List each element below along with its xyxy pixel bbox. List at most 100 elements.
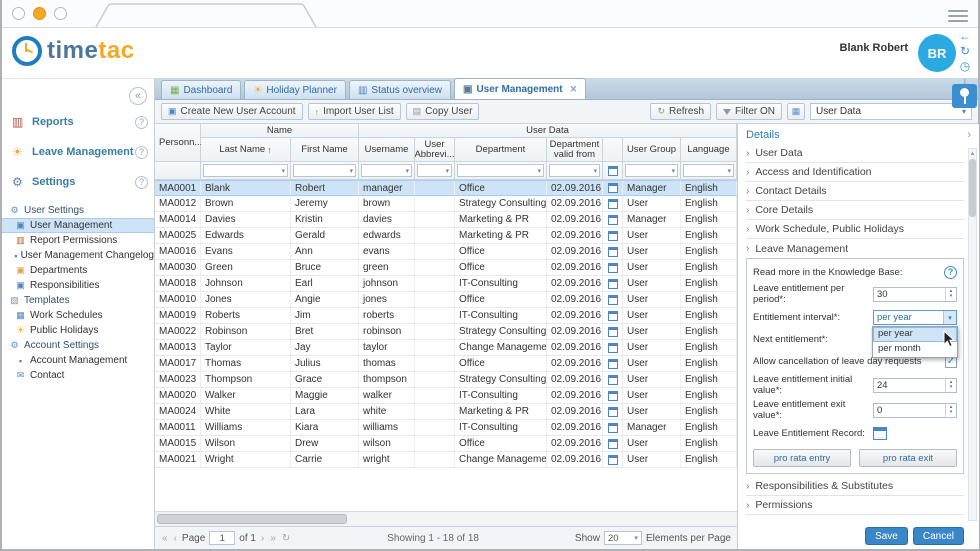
calendar-icon[interactable]: [608, 166, 618, 176]
window-control-3[interactable]: [54, 7, 67, 20]
horizontal-scrollbar[interactable]: [155, 511, 737, 526]
exit-value-input[interactable]: 0 ▴▾: [873, 403, 957, 418]
window-control-1[interactable]: [12, 7, 25, 20]
filter-select[interactable]: ▾: [293, 164, 356, 177]
calendar-icon[interactable]: [608, 455, 618, 465]
details-section-contact-details[interactable]: ›Contact Details: [746, 182, 964, 201]
calendar-icon[interactable]: [608, 279, 618, 289]
help-icon[interactable]: ?: [944, 266, 957, 279]
calendar-icon[interactable]: [608, 295, 618, 305]
sidebar-collapse-button[interactable]: «: [129, 87, 147, 105]
back-arrow-icon[interactable]: ←: [959, 30, 971, 43]
sidebar-item-user-management[interactable]: ▣User Management: [2, 218, 154, 233]
filter-select[interactable]: ▾: [457, 164, 544, 177]
calendar-icon[interactable]: [608, 327, 618, 337]
sidebar-item-departments[interactable]: ▣Departments: [2, 263, 154, 278]
table-row[interactable]: MA0010JonesAngiejonesOffice02.09.2016Use…: [155, 292, 737, 308]
calendar-icon[interactable]: [608, 215, 618, 225]
sidebar-item-templates[interactable]: ▨Templates: [2, 293, 154, 308]
pro-rata-exit-button[interactable]: pro rata exit: [859, 449, 957, 467]
details-section-core-details[interactable]: ›Core Details: [746, 201, 964, 220]
calendar-icon[interactable]: [608, 439, 618, 449]
column-header-username[interactable]: Username: [359, 138, 415, 162]
details-section-responsibilities-substitutes[interactable]: ›Responsibilities & Substitutes: [746, 477, 964, 496]
sidebar-item-report-permissions[interactable]: ▥Report Permissions: [2, 233, 154, 248]
tab-dashboard[interactable]: ▦Dashboard: [161, 80, 241, 99]
help-icon[interactable]: ?: [135, 146, 148, 159]
calendar-icon[interactable]: [608, 247, 618, 257]
table-row[interactable]: MA0014DaviesKristindaviesMarketing & PR0…: [155, 212, 737, 228]
sidebar-nav-leave-management[interactable]: ☀Leave Management?: [2, 137, 154, 167]
next-page-button[interactable]: ›: [260, 533, 265, 544]
filter-select[interactable]: ▾: [361, 164, 412, 177]
create-new-user-account-button[interactable]: ▣Create New User Account: [161, 103, 303, 120]
details-section-user-data[interactable]: ›User Data: [746, 144, 964, 163]
table-row[interactable]: MA0013TaylorJaytaylorChange Management02…: [155, 340, 737, 356]
prev-page-button[interactable]: ‹: [173, 533, 178, 544]
table-row[interactable]: MA0018JohnsonEarljohnsonIT-Consulting02.…: [155, 276, 737, 292]
filter-select[interactable]: ▾: [625, 164, 678, 177]
avatar[interactable]: BR: [918, 34, 956, 72]
tab-holiday-planner[interactable]: ☀Holiday Planner: [244, 80, 346, 99]
calendar-icon[interactable]: [608, 375, 618, 385]
cancel-button[interactable]: Cancel: [913, 527, 964, 545]
column-header-department-valid-from[interactable]: Department valid from: [547, 138, 603, 162]
help-icon[interactable]: ?: [135, 116, 148, 129]
calendar-icon[interactable]: [608, 263, 618, 273]
history-clock-icon[interactable]: ◷: [960, 60, 970, 73]
table-row[interactable]: MA0019RobertsJimrobertsIT-Consulting02.0…: [155, 308, 737, 324]
column-header-last-name[interactable]: Last Name↑: [201, 138, 291, 162]
page-size-select[interactable]: 20 ▾: [604, 531, 642, 545]
window-control-2[interactable]: [33, 7, 46, 20]
scroll-up-icon[interactable]: ▴: [971, 149, 975, 158]
pin-button[interactable]: [952, 84, 977, 108]
copy-user-button[interactable]: ▤Copy User: [406, 103, 480, 120]
calendar-icon[interactable]: [608, 183, 618, 193]
column-header-record-icon[interactable]: [603, 138, 623, 162]
table-row[interactable]: MA0024WhiteLarawhiteMarketing & PR02.09.…: [155, 404, 737, 420]
reload-page-button[interactable]: ↻: [281, 533, 291, 544]
calendar-icon[interactable]: [608, 199, 618, 209]
filter-select[interactable]: ▾: [683, 164, 734, 177]
spinner-icons[interactable]: ▴▾: [945, 404, 956, 417]
filter-select[interactable]: ▾: [549, 164, 600, 177]
import-user-list-button[interactable]: ↑Import User List: [308, 103, 401, 120]
table-row[interactable]: MA0015WilsonDrewwilsonOffice02.09.2016Us…: [155, 436, 737, 452]
view-mode-select[interactable]: User Data ▾: [810, 103, 972, 120]
first-page-button[interactable]: «: [161, 533, 169, 544]
save-button[interactable]: Save: [865, 527, 908, 545]
column-header-first-name[interactable]: First Name: [291, 138, 359, 162]
table-row[interactable]: MA0001BlankRobertmanagerOffice02.09.2016…: [155, 180, 737, 196]
details-section-permissions[interactable]: ›Permissions: [746, 496, 964, 515]
sidebar-item-user-settings[interactable]: ⚙User Settings: [2, 203, 154, 218]
spinner-icons[interactable]: ▴▾: [945, 379, 956, 392]
column-header-person-number[interactable]: Personn...: [155, 124, 201, 162]
filter-select[interactable]: ▾: [203, 164, 288, 177]
filter-select[interactable]: ▾: [417, 164, 452, 177]
sidebar-item-responsibilities[interactable]: ▣Responsibilities: [2, 278, 154, 293]
calendar-icon[interactable]: [608, 391, 618, 401]
calendar-icon[interactable]: [608, 343, 618, 353]
initial-value-input[interactable]: 24 ▴▾: [873, 378, 957, 393]
table-row[interactable]: MA0030GreenBrucegreenOffice02.09.2016Use…: [155, 260, 737, 276]
entitlement-record-calendar-icon[interactable]: [873, 427, 887, 440]
sidebar-nav-reports[interactable]: ▥Reports?: [2, 107, 154, 137]
refresh-button[interactable]: ↻ Refresh: [650, 103, 711, 120]
per-period-input[interactable]: 30 ▴▾: [873, 287, 957, 302]
last-page-button[interactable]: »: [269, 533, 277, 544]
horizontal-scrollbar-thumb[interactable]: [157, 514, 347, 524]
table-row[interactable]: MA0020WalkerMaggiewalkerIT-Consulting02.…: [155, 388, 737, 404]
details-scrollbar-thumb[interactable]: [969, 159, 976, 217]
details-section-access-and-identification[interactable]: ›Access and Identification: [746, 163, 964, 182]
table-row[interactable]: MA0012BrownJeremybrownStrategy Consultin…: [155, 196, 737, 212]
interval-select[interactable]: per year ▾: [873, 310, 957, 325]
pro-rata-entry-button[interactable]: pro rata entry: [753, 449, 851, 467]
sidebar-item-contact[interactable]: ✉Contact: [2, 368, 154, 383]
sidebar-item-work-schedules[interactable]: ▦Work Schedules: [2, 308, 154, 323]
table-row[interactable]: MA0022RobinsonBretrobinsonStrategy Consu…: [155, 324, 737, 340]
sidebar-nav-settings[interactable]: ⚙Settings?: [2, 167, 154, 197]
details-collapse-icon[interactable]: ›: [967, 129, 971, 141]
tab-status-overview[interactable]: ▥Status overview: [349, 80, 451, 99]
calendar-icon[interactable]: [608, 311, 618, 321]
calendar-icon[interactable]: [608, 423, 618, 433]
